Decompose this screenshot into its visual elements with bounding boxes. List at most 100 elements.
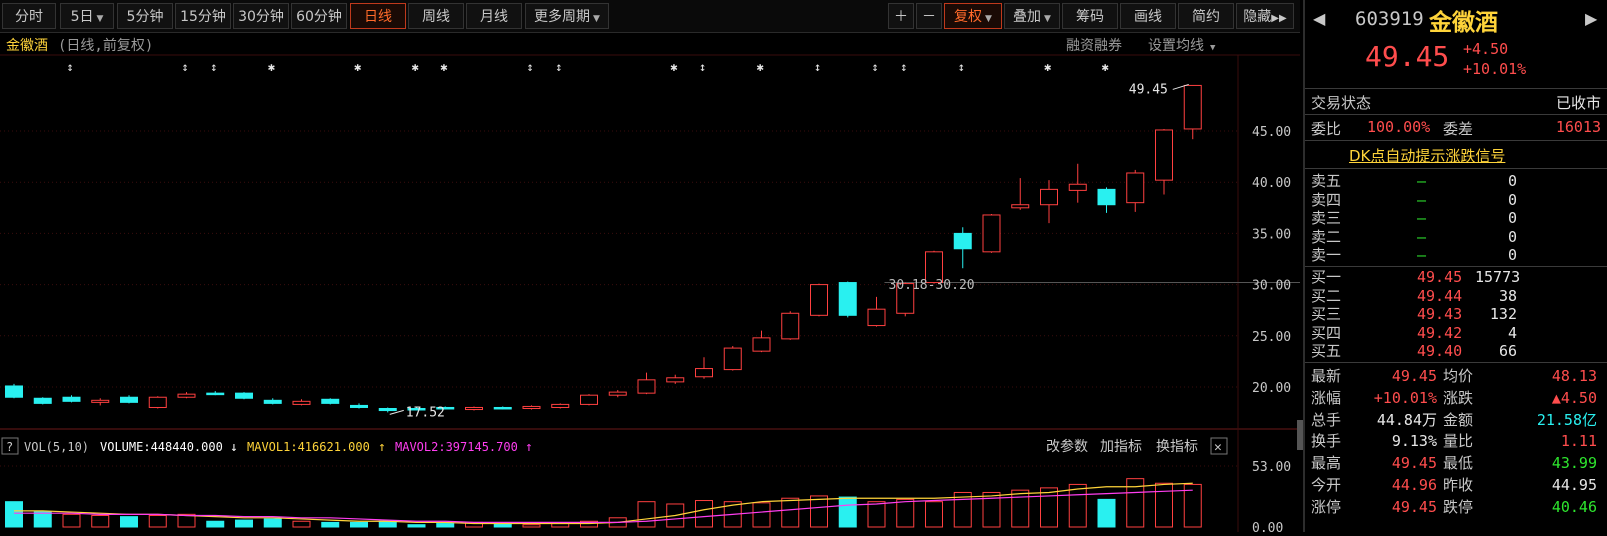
vol-axis-label: 53.00 bbox=[1252, 460, 1291, 475]
stat-label: 总手 bbox=[1311, 410, 1342, 429]
stat-row: 涨停 49.45 跌停 40.46 bbox=[1305, 497, 1607, 517]
level-volume: 38 bbox=[1498, 286, 1517, 305]
close-icon: ✕ bbox=[1214, 440, 1222, 455]
event-star-icon[interactable]: ✱ bbox=[1102, 60, 1109, 74]
level-label: 卖三 bbox=[1311, 209, 1342, 227]
overlay-dropdown[interactable]: 叠加 ▼ bbox=[1004, 3, 1060, 29]
bid-row[interactable]: 买三 49.43 132 bbox=[1305, 305, 1607, 323]
ask-row[interactable]: 卖五 — 0 bbox=[1305, 172, 1607, 190]
period-tab-60min[interactable]: 60分钟 bbox=[291, 3, 347, 29]
event-arrow-icon[interactable]: ↕ bbox=[958, 60, 965, 74]
event-arrow-icon[interactable]: ↕ bbox=[872, 60, 879, 74]
bid-row[interactable]: 买二 49.44 38 bbox=[1305, 287, 1607, 305]
simple-mode-button[interactable]: 简约 bbox=[1178, 3, 1234, 29]
event-arrow-icon[interactable]: ↕ bbox=[900, 60, 907, 74]
period-tab-5min[interactable]: 5分钟 bbox=[117, 3, 173, 29]
stat-value: 44.84万 bbox=[1376, 410, 1437, 429]
draw-line-button[interactable]: 画线 bbox=[1120, 3, 1176, 29]
period-tab-month[interactable]: 月线 bbox=[466, 3, 522, 29]
add-indicator-button[interactable]: 加指标 bbox=[1100, 439, 1142, 455]
button-label: 隐藏 bbox=[1243, 9, 1272, 25]
zoom-out-button[interactable]: － bbox=[916, 3, 942, 29]
stat-label: 涨跌 bbox=[1443, 388, 1474, 407]
chart-canvas[interactable]: 金徽酒 (日线,前复权) 融资融券 设置均线 ▼ ↕ ↕ ↕ ✱ ✱ ✱ ✱ ↕ ↕ ✱ ↕ ✱ ↕ ↕ ↕… bbox=[0, 33, 1300, 536]
hide-button[interactable]: 隐藏▶▶ bbox=[1236, 3, 1294, 29]
bid-row[interactable]: 买五 49.40 66 bbox=[1305, 342, 1607, 360]
event-star-icon[interactable]: ✱ bbox=[354, 60, 361, 74]
period-label: 日线 bbox=[364, 9, 392, 25]
volume-bar bbox=[925, 501, 943, 528]
period-tab-30min[interactable]: 30分钟 bbox=[233, 3, 289, 29]
level-price: 49.42 bbox=[1417, 323, 1463, 342]
volume-bar bbox=[1097, 498, 1116, 528]
event-arrow-icon[interactable]: ↕ bbox=[210, 60, 217, 74]
volume-value: VOLUME:448440.000 bbox=[100, 440, 223, 454]
divider bbox=[1305, 140, 1607, 141]
fuquan-dropdown[interactable]: 复权 ▼ bbox=[944, 3, 1002, 29]
volume-bar bbox=[695, 500, 713, 528]
event-star-icon[interactable]: ✱ bbox=[268, 60, 275, 74]
bid-row[interactable]: 买四 49.42 4 bbox=[1305, 324, 1607, 342]
level-price: — bbox=[1417, 227, 1427, 246]
candle-body bbox=[62, 396, 81, 402]
button-label: 叠加 bbox=[1013, 9, 1042, 25]
bid-row[interactable]: 买一 49.45 15773 bbox=[1305, 268, 1607, 286]
vol-axis-label: 0.00 bbox=[1252, 521, 1283, 532]
switch-indicator-button[interactable]: 换指标 bbox=[1156, 438, 1198, 455]
double-arrow-right-icon: ▶▶ bbox=[1271, 13, 1287, 24]
period-tab-15min[interactable]: 15分钟 bbox=[175, 3, 231, 29]
divider bbox=[1305, 88, 1607, 89]
ask-row[interactable]: 卖三 — 0 bbox=[1305, 209, 1607, 227]
period-label: 5分钟 bbox=[126, 9, 164, 25]
caret-down-icon: ▼ bbox=[593, 14, 600, 24]
event-arrow-icon[interactable]: ↕ bbox=[527, 60, 534, 74]
caret-down-icon: ▼ bbox=[985, 14, 992, 24]
next-stock-arrow-icon[interactable]: ▶ bbox=[1585, 9, 1597, 28]
event-star-icon[interactable]: ✱ bbox=[670, 60, 677, 74]
ask-row[interactable]: 卖一 — 0 bbox=[1305, 246, 1607, 264]
event-arrow-icon[interactable]: ↕ bbox=[67, 60, 74, 74]
event-arrow-icon[interactable]: ↕ bbox=[699, 60, 706, 74]
ask-row[interactable]: 卖二 — 0 bbox=[1305, 228, 1607, 246]
event-star-icon[interactable]: ✱ bbox=[757, 60, 764, 74]
margin-trading-link[interactable]: 融资融券 bbox=[1066, 38, 1122, 54]
caret-down-icon: ▼ bbox=[1210, 43, 1216, 53]
candle-body bbox=[982, 214, 1001, 253]
zoom-in-button[interactable]: ＋ bbox=[888, 3, 914, 29]
event-arrow-icon[interactable]: ↕ bbox=[555, 60, 562, 74]
dk-signal-link[interactable]: DK点自动提示涨跌信号 bbox=[1349, 145, 1505, 166]
volume-bar bbox=[752, 502, 771, 528]
period-more-dropdown[interactable]: 更多周期 ▼ bbox=[525, 3, 609, 29]
event-arrow-icon[interactable]: ↕ bbox=[814, 60, 821, 74]
event-star-icon[interactable]: ✱ bbox=[412, 60, 419, 74]
volume-bar bbox=[321, 521, 340, 528]
price-range-annotation: 30.18-30.20 bbox=[889, 278, 975, 293]
candle-body bbox=[33, 397, 52, 404]
stat-value: 48.13 bbox=[1551, 367, 1597, 385]
stat-value: 1.11 bbox=[1560, 432, 1597, 451]
candle-body bbox=[91, 399, 110, 403]
volume-bar bbox=[436, 523, 455, 528]
period-tab-5day[interactable]: 5日 ▼ bbox=[60, 3, 114, 29]
volume-bar bbox=[91, 514, 110, 528]
event-star-icon[interactable]: ✱ bbox=[1044, 60, 1051, 74]
price-change-pct: +10.01% bbox=[1463, 60, 1527, 78]
candle-body bbox=[235, 392, 253, 399]
period-tab-day[interactable]: 日线 bbox=[350, 3, 406, 29]
candle-body bbox=[838, 282, 857, 316]
period-tab-week[interactable]: 周线 bbox=[408, 3, 464, 29]
level-label: 买四 bbox=[1311, 323, 1342, 342]
ma-settings-link[interactable]: 设置均线 bbox=[1148, 38, 1204, 54]
ask-row[interactable]: 卖四 — 0 bbox=[1305, 191, 1607, 209]
event-arrow-icon[interactable]: ↕ bbox=[182, 60, 189, 74]
kline-chart[interactable]: 金徽酒 (日线,前复权) 融资融券 设置均线 ▼ ↕ ↕ ↕ ✱ ✱ ✱ ✱ ↕ ↕ ✱ ↕ ✱ ↕ ↕ ↕… bbox=[0, 33, 1300, 536]
change-params-button[interactable]: 改参数 bbox=[1046, 438, 1088, 455]
candle-body bbox=[1040, 188, 1058, 206]
event-star-icon[interactable]: ✱ bbox=[440, 60, 447, 74]
chips-button[interactable]: 筹码 bbox=[1062, 3, 1118, 29]
period-tab-fenshi[interactable]: 分时 bbox=[2, 3, 56, 29]
volume-bar bbox=[1011, 489, 1030, 528]
level-label: 卖二 bbox=[1311, 227, 1342, 246]
volume-bar bbox=[522, 524, 541, 528]
prev-stock-arrow-icon[interactable]: ◀ bbox=[1313, 9, 1325, 28]
